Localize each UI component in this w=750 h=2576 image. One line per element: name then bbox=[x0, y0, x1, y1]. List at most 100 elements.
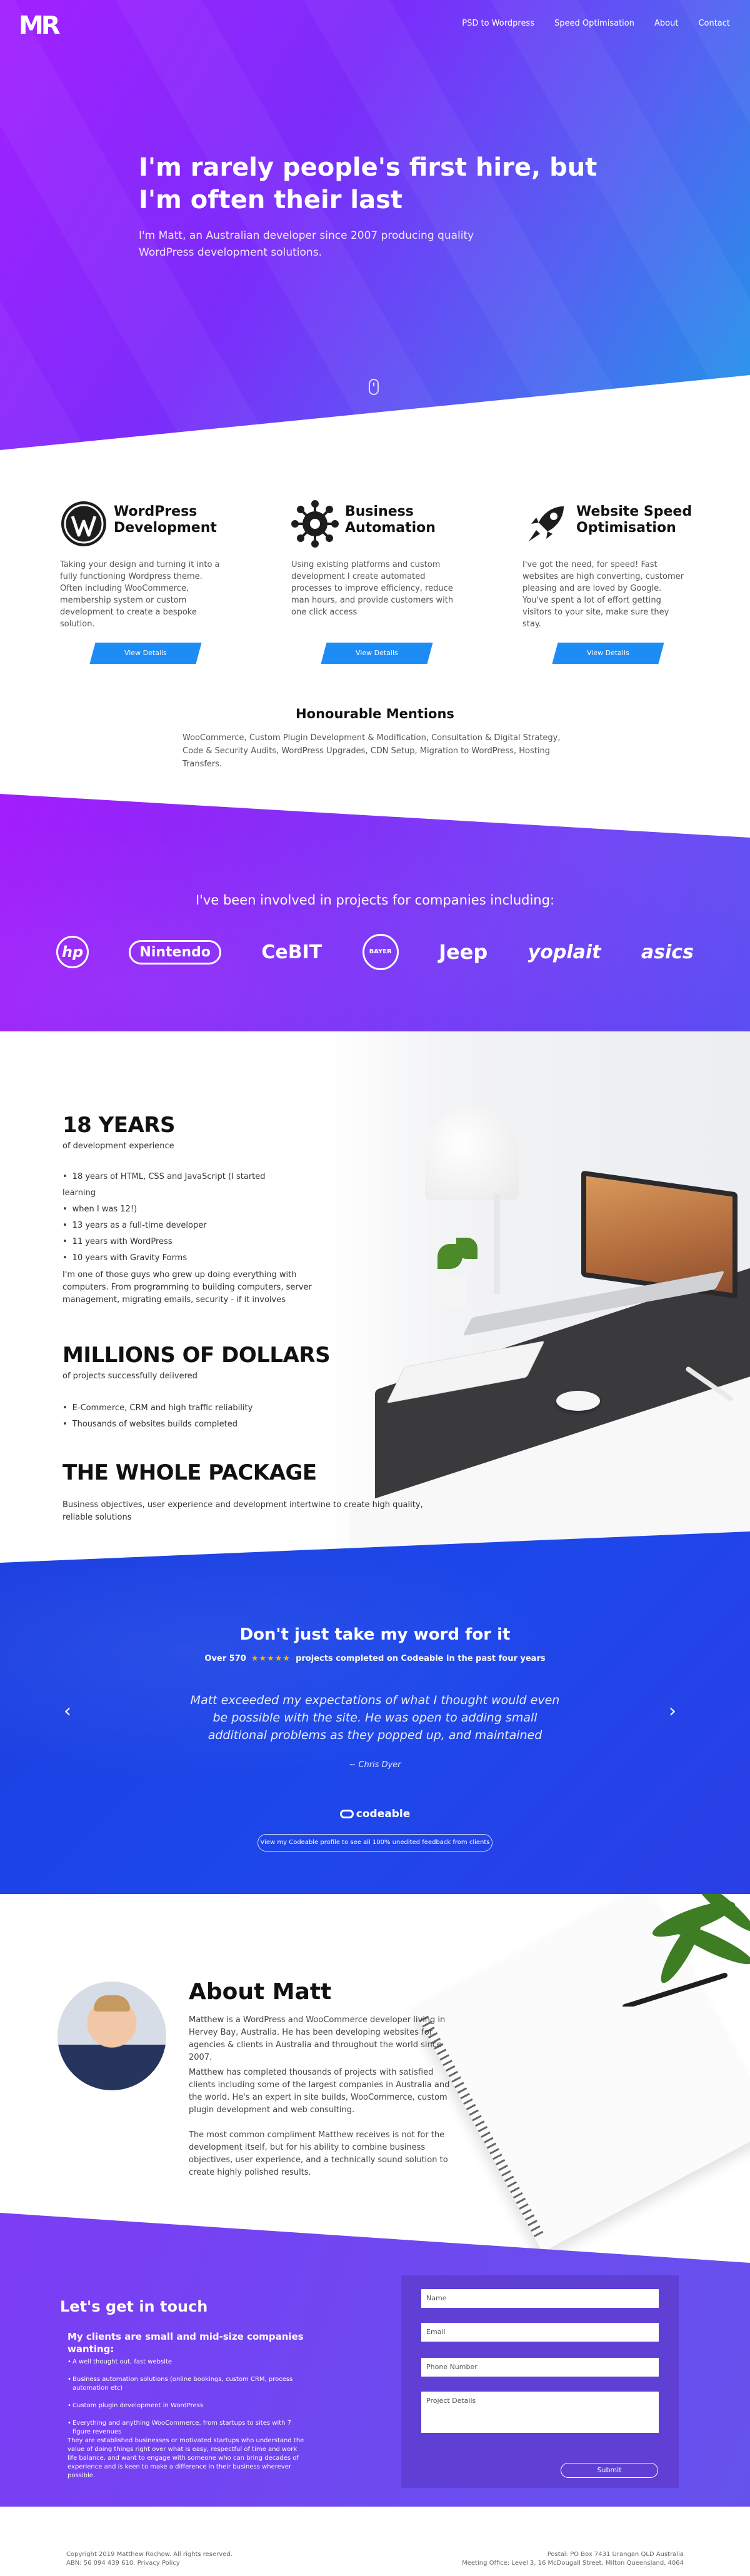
count-label: projects completed on Codeable in the pa… bbox=[296, 1654, 546, 1663]
chevron-right-icon[interactable]: › bbox=[669, 1700, 676, 1722]
contact-paragraph: They are established businesses or motiv… bbox=[68, 2437, 304, 2479]
codeable-logo[interactable]: codeable bbox=[0, 1808, 750, 1820]
background-paragraph: I'm one of those guys who grew up doing … bbox=[62, 1270, 312, 1305]
contact-subtitle: My clients are small and mid-size compan… bbox=[68, 2331, 304, 2355]
computer-mouse-image bbox=[556, 1391, 600, 1411]
about-title: About Matt bbox=[189, 1979, 332, 2005]
hero-title: I'm rarely people's first hire, but I'm … bbox=[139, 153, 598, 214]
about-paragraph: Matthew has completed thousands of proje… bbox=[189, 2068, 450, 2115]
contact-form: Name Email Phone Number Project Details … bbox=[401, 2275, 679, 2488]
logo-text: BAYER bbox=[369, 948, 392, 955]
main-nav: PSD to Wordpress Speed Optimisation Abou… bbox=[462, 19, 730, 28]
about-section: About Matt Matthew is a WordPress and Wo… bbox=[0, 1894, 750, 2257]
list-item: 18 years of HTML, CSS and JavaScript (I … bbox=[62, 1169, 275, 1201]
client-logo-jeep: Jeep bbox=[439, 940, 488, 964]
logo-text: asics bbox=[641, 941, 694, 963]
client-logo-bayer: BAYER bbox=[362, 934, 399, 970]
list-item: Custom plugin development in WordPress bbox=[68, 2402, 305, 2410]
lamp-image bbox=[425, 1106, 519, 1200]
view-details-button[interactable]: View Details bbox=[321, 643, 433, 664]
client-needs-list: A well thought out, fast website Busines… bbox=[68, 2358, 305, 2445]
list-item: E-Commerce, CRM and high traffic reliabi… bbox=[62, 1400, 288, 1416]
logo-text: CeBIT bbox=[261, 941, 322, 963]
footer-left: Copyright 2019 Matthew Rochow. All right… bbox=[66, 2550, 232, 2568]
client-logo-yoplait: yoplait bbox=[528, 941, 601, 963]
count-text: Over 570 bbox=[204, 1654, 246, 1663]
view-details-button[interactable]: View Details bbox=[89, 643, 202, 664]
codeable-profile-button[interactable]: View my Codeable profile to see all 100%… bbox=[258, 1834, 492, 1852]
list-item: Everything and anything WooCommerce, fro… bbox=[68, 2419, 305, 2437]
submit-button[interactable]: Submit bbox=[561, 2463, 658, 2478]
list-item: 11 years with WordPress bbox=[62, 1234, 275, 1250]
hero-section: MR PSD to Wordpress Speed Optimisation A… bbox=[0, 0, 750, 450]
clients-title: I've been involved in projects for compa… bbox=[195, 893, 555, 908]
stat-millions-sub: of projects successfully delivered bbox=[62, 1371, 198, 1381]
experience-section: 18 YEARS of development experience 18 ye… bbox=[0, 1031, 750, 1569]
nav-psd-to-wordpress[interactable]: PSD to Wordpress bbox=[462, 19, 534, 28]
list-item: A well thought out, fast website bbox=[68, 2358, 305, 2367]
rocket-icon bbox=[529, 506, 564, 541]
nav-about[interactable]: About bbox=[654, 19, 678, 28]
service-description: Using existing platforms and custom deve… bbox=[291, 560, 454, 617]
list-item: 10 years with Gravity Forms bbox=[62, 1250, 275, 1266]
testimonial-quote: Matt exceeded my expectations of what I … bbox=[190, 1693, 560, 1742]
service-title: WordPress Development bbox=[114, 504, 217, 536]
plant-image bbox=[622, 1894, 750, 2007]
stat-years-sub: of development experience bbox=[62, 1141, 174, 1151]
wordpress-icon bbox=[61, 501, 106, 546]
footer-right: Postal: PO Box 7431 Urangan QLD Australi… bbox=[462, 2550, 684, 2568]
whole-package-text: Business objectives, user experience and… bbox=[62, 1500, 423, 1522]
list-item: 13 years as a full-time developer bbox=[62, 1218, 275, 1234]
project-details-field[interactable]: Project Details bbox=[421, 2392, 659, 2433]
hero-subtitle: I'm Matt, an Australian developer since … bbox=[139, 229, 474, 259]
years-list: 18 years of HTML, CSS and JavaScript (I … bbox=[62, 1169, 275, 1266]
button-label: View Details bbox=[587, 649, 629, 657]
about-paragraph: The most common compliment Matthew recei… bbox=[189, 2130, 448, 2177]
star-rating-icon: ★★★★★ bbox=[251, 1654, 291, 1663]
about-paragraph: Matthew is a WordPress and WooCommerce d… bbox=[189, 2015, 446, 2062]
client-logos: hp Nintendo CeBIT BAYER Jeep yoplait asi… bbox=[56, 934, 694, 970]
site-logo[interactable]: MR bbox=[19, 11, 61, 40]
testimonials-section: Don't just take my word for it Over 570 ★… bbox=[0, 1531, 750, 1932]
lamp-stem bbox=[494, 1194, 500, 1294]
codeable-icon bbox=[339, 1810, 354, 1818]
logo-text: Jeep bbox=[439, 940, 488, 964]
phone-field[interactable]: Phone Number bbox=[421, 2358, 659, 2377]
nav-speed-optimisation[interactable]: Speed Optimisation bbox=[554, 19, 634, 28]
abn-privacy-link[interactable]: ABN: 56 094 439 610. Privacy Policy bbox=[66, 2559, 232, 2568]
client-logo-nintendo: Nintendo bbox=[129, 940, 221, 965]
office-address: Meeting Office: Level 3, 16 McDougall St… bbox=[462, 2560, 684, 2567]
honourable-mentions-text: WooCommerce, Custom Plugin Development &… bbox=[182, 733, 561, 769]
scroll-mouse-icon[interactable] bbox=[369, 379, 379, 395]
project-count: Over 570 ★★★★★ projects completed on Codea… bbox=[0, 1654, 750, 1663]
whole-package-heading: THE WHOLE PACKAGE bbox=[62, 1460, 317, 1485]
clients-section: I've been involved in projects for compa… bbox=[0, 794, 750, 1069]
service-description: I've got the need, for speed! Fast websi… bbox=[522, 560, 684, 629]
testimonial-author: ~ Chris Dyer bbox=[349, 1760, 401, 1770]
chevron-left-icon[interactable]: ‹ bbox=[64, 1700, 71, 1722]
button-label: View Details bbox=[124, 649, 167, 657]
copyright-text: Copyright 2019 Matthew Rochow. All right… bbox=[66, 2551, 232, 2558]
logo-text: Nintendo bbox=[139, 944, 211, 960]
button-label: View Details bbox=[356, 649, 398, 657]
client-logo-asics: asics bbox=[641, 941, 694, 963]
view-details-button[interactable]: View Details bbox=[552, 643, 664, 664]
list-item: Business automation solutions (online bo… bbox=[68, 2375, 305, 2393]
postal-address: Postal: PO Box 7431 Urangan QLD Australi… bbox=[547, 2551, 684, 2558]
email-field[interactable]: Email bbox=[421, 2323, 659, 2342]
logo-text: yoplait bbox=[528, 941, 601, 963]
testimonials-title: Don't just take my word for it bbox=[239, 1625, 511, 1644]
stat-years-heading: 18 YEARS bbox=[62, 1113, 175, 1138]
gear-network-icon bbox=[291, 500, 339, 548]
service-title: Website Speed Optimisation bbox=[576, 504, 692, 536]
contact-title: Let's get in touch bbox=[60, 2298, 208, 2315]
honourable-mentions-title: Honourable Mentions bbox=[296, 706, 454, 721]
millions-list: E-Commerce, CRM and high traffic reliabi… bbox=[62, 1400, 288, 1433]
plant-leaf bbox=[456, 1238, 478, 1259]
client-logo-hp: hp bbox=[56, 936, 89, 968]
plant-pot bbox=[438, 1275, 466, 1306]
logo-text: hp bbox=[61, 943, 84, 961]
nav-contact[interactable]: Contact bbox=[698, 19, 730, 28]
service-description: Taking your design and turning it into a… bbox=[60, 560, 220, 629]
name-field[interactable]: Name bbox=[421, 2289, 659, 2308]
